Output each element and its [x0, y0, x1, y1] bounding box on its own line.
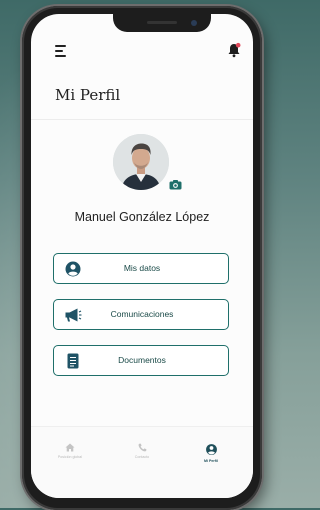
notch	[113, 14, 211, 32]
home-icon	[65, 443, 75, 452]
tab-posicion-global[interactable]: Posición global	[40, 443, 100, 459]
user-name: Manuel González López	[74, 210, 210, 224]
camera-icon[interactable]	[169, 179, 182, 190]
bell-icon[interactable]	[227, 42, 241, 58]
tab-bar: Posición global Contacto Mi Perfil	[31, 426, 253, 498]
speaker	[147, 21, 177, 24]
tab-posicion-global-label: Posición global	[57, 455, 83, 459]
menu-icon[interactable]	[55, 45, 66, 57]
comunicaciones-button[interactable]: Comunicaciones	[53, 299, 229, 330]
mis-datos-label: Mis datos	[123, 263, 161, 273]
tab-contacto-label: Contacto	[134, 455, 150, 459]
documentos-button[interactable]: Documentos	[53, 345, 229, 376]
page-title: Mi Perfil	[55, 86, 121, 104]
tab-mi-perfil[interactable]: Mi Perfil	[181, 443, 241, 463]
phone-screen: Mi Perfil Manuel González López Mis dato…	[31, 14, 253, 498]
header-divider	[31, 119, 253, 120]
tab-contacto[interactable]: Contacto	[112, 443, 172, 459]
tab-mi-perfil-label: Mi Perfil	[204, 459, 218, 463]
user-circle-icon	[205, 444, 217, 455]
documentos-label: Documentos	[118, 355, 166, 365]
comunicaciones-label: Comunicaciones	[110, 309, 174, 319]
mis-datos-button[interactable]: Mis datos	[53, 253, 229, 284]
notification-dot	[235, 42, 241, 48]
front-camera	[191, 20, 197, 26]
avatar[interactable]	[113, 134, 169, 190]
phone-icon	[138, 443, 146, 452]
